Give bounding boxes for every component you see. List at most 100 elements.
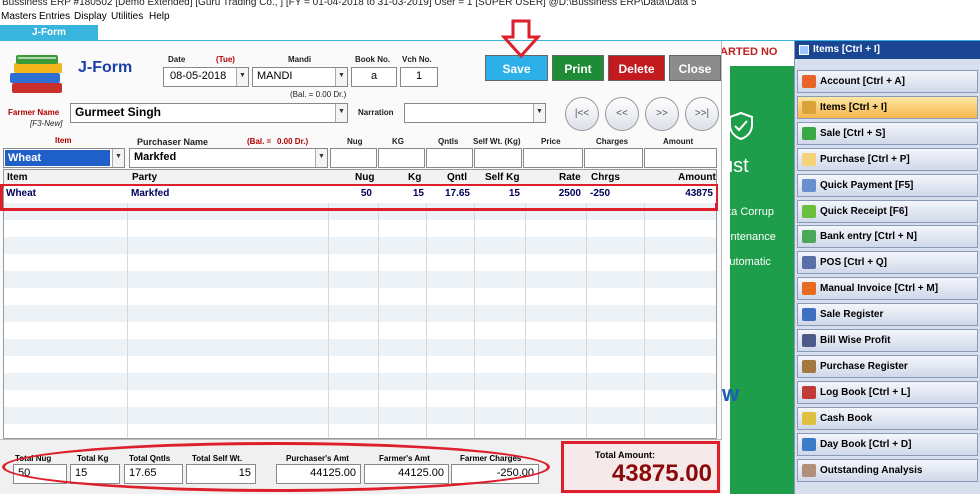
date-value: 08-05-2018 xyxy=(170,70,227,82)
farmer-name-field[interactable]: Gurmeet Singh ▼ xyxy=(70,103,348,123)
entry-kg-label: KG xyxy=(392,137,404,146)
sidebar-item-items[interactable]: Items [Ctrl + I] xyxy=(797,95,978,119)
narration-select[interactable]: ▼ xyxy=(404,103,546,123)
menu-utilities[interactable]: Utilities xyxy=(111,11,143,22)
grid-row-background xyxy=(4,288,716,305)
menu-masters[interactable]: Masters xyxy=(1,11,37,22)
entry-purchaser-select[interactable]: Markfed ▼ xyxy=(129,148,328,168)
grid-row-background xyxy=(4,407,716,424)
menu-display[interactable]: Display xyxy=(74,11,107,22)
sidebar-item-sale[interactable]: Sale [Ctrl + S] xyxy=(797,121,978,145)
ad-banner-text: ARTED NO xyxy=(722,46,778,58)
entry-item-select[interactable]: Wheat ▼ xyxy=(3,148,125,168)
date-dropdown-icon[interactable]: ▼ xyxy=(236,68,248,86)
entry-item-label: Item xyxy=(55,136,72,145)
sidebar-item-label: Manual Invoice [Ctrl + M] xyxy=(820,283,939,295)
tab-strip: J-Form xyxy=(0,25,980,42)
entry-purchaser-value: Markfed xyxy=(134,151,177,163)
entry-purchaser-label: Purchaser Name xyxy=(137,137,209,147)
sale-icon xyxy=(802,126,816,140)
ad-panel: ARTED NO ust ata Corrup aintenance Autom… xyxy=(722,41,794,494)
entry-kg-input[interactable] xyxy=(378,148,425,168)
sidebar-item-day-book[interactable]: Day Book [Ctrl + D] xyxy=(797,432,978,456)
invoice-icon xyxy=(802,282,816,296)
arrow-down-icon xyxy=(500,19,542,59)
entry-bal-label: (Bal. = xyxy=(247,137,272,146)
nav-last-button[interactable]: >>| xyxy=(685,97,719,131)
sidebar-item-bank-entry[interactable]: Bank entry [Ctrl + N] xyxy=(797,225,978,249)
nav-next-button[interactable]: >> xyxy=(645,97,679,131)
sidebar-item-outstanding-analysis[interactable]: Outstanding Analysis xyxy=(797,458,978,482)
sidebar-item-log-book[interactable]: Log Book [Ctrl + L] xyxy=(797,380,978,404)
vchno-field[interactable]: 1 xyxy=(400,67,438,87)
bookno-label: Book No. xyxy=(355,55,391,64)
nav-prev-button[interactable]: << xyxy=(605,97,639,131)
sidebar-item-label: Sale [Ctrl + S] xyxy=(820,127,886,139)
entry-selfwt-input[interactable] xyxy=(474,148,522,168)
mandi-select[interactable]: MANDI ▼ xyxy=(252,67,348,87)
entry-purchaser-dropdown-icon[interactable]: ▼ xyxy=(315,149,327,167)
entry-nug-label: Nug xyxy=(347,137,363,146)
narration-dropdown-icon[interactable]: ▼ xyxy=(533,104,545,122)
sidebar-item-quick-payment[interactable]: Quick Payment [F5] xyxy=(797,173,978,197)
print-button[interactable]: Print xyxy=(552,55,604,81)
farmer-name-value: Gurmeet Singh xyxy=(75,105,162,119)
sidebar-item-pos[interactable]: POS [Ctrl + Q] xyxy=(797,251,978,275)
sidebar-item-purchase[interactable]: Purchase [Ctrl + P] xyxy=(797,147,978,171)
nav-first-button[interactable]: |<< xyxy=(565,97,599,131)
mandi-value: MANDI xyxy=(257,70,293,82)
grid-header-qntl: Qntl xyxy=(447,172,467,183)
form-title: J-Form xyxy=(78,59,133,76)
grid-header-selfkg: Self Kg xyxy=(485,172,520,183)
entry-item-dropdown-icon[interactable]: ▼ xyxy=(112,149,124,167)
sidebar-item-cash-book[interactable]: Cash Book xyxy=(797,406,978,430)
entry-item-value: Wheat xyxy=(5,150,110,166)
table-row[interactable]: Wheat Markfed 50 15 17.65 15 2500 -250 4… xyxy=(4,186,716,203)
entry-price-input[interactable] xyxy=(523,148,583,168)
total-amount-box-annotation xyxy=(561,441,720,493)
sidebar-item-label: Account [Ctrl + A] xyxy=(820,76,905,87)
row-selfkg: 15 xyxy=(508,188,520,199)
entry-charges-input[interactable] xyxy=(584,148,643,168)
items-icon xyxy=(799,45,809,55)
sidebar-item-sale-register[interactable]: Sale Register xyxy=(797,303,978,327)
purchase-register-icon xyxy=(802,359,816,373)
date-field[interactable]: 08-05-2018 ▼ xyxy=(163,67,249,87)
grid-row-background xyxy=(4,339,716,356)
sidebar-item-purchase-register[interactable]: Purchase Register xyxy=(797,354,978,378)
tab-jform[interactable]: J-Form xyxy=(0,25,98,41)
grid-header-kg: Kg xyxy=(408,172,422,183)
entry-amount-label: Amount xyxy=(663,137,694,146)
delete-button[interactable]: Delete xyxy=(608,55,665,81)
entry-qntls-input[interactable] xyxy=(426,148,473,168)
bookno-field[interactable]: a xyxy=(351,67,397,87)
sidebar-item-quick-receipt[interactable]: Quick Receipt [F6] xyxy=(797,199,978,223)
grid-header-nug: Nug xyxy=(355,172,375,183)
entry-nug-input[interactable] xyxy=(330,148,377,168)
sidebar-item-manual-invoice[interactable]: Manual Invoice [Ctrl + M] xyxy=(797,277,978,301)
items-icon xyxy=(802,100,816,114)
farmer-dropdown-icon[interactable]: ▼ xyxy=(335,104,347,122)
row-chrgs: -250 xyxy=(590,188,611,199)
sidebar-item-label: Cash Book xyxy=(820,412,873,424)
menu-entries[interactable]: Entries xyxy=(39,11,70,22)
sidebar-item-label: POS [Ctrl + Q] xyxy=(820,257,887,269)
mandi-dropdown-icon[interactable]: ▼ xyxy=(335,68,347,86)
payment-icon xyxy=(802,178,816,192)
grid-empty-row xyxy=(4,228,716,245)
close-button[interactable]: Close xyxy=(669,55,721,81)
grid-header-rate: Rate xyxy=(559,172,581,183)
bank-icon xyxy=(802,230,816,244)
entry-amount-input[interactable] xyxy=(644,148,717,168)
sidebar-item-label: Log Book [Ctrl + L] xyxy=(820,386,911,398)
sidebar-item-bill-wise-profit[interactable]: Bill Wise Profit xyxy=(797,329,978,352)
grid-header-item: Item xyxy=(7,172,28,183)
books-logo-icon xyxy=(8,53,66,97)
sidebar-header: Items [Ctrl + I] xyxy=(795,41,980,59)
sidebar-item-account[interactable]: Account [Ctrl + A] xyxy=(797,70,978,93)
sidebar-item-label: Purchase [Ctrl + P] xyxy=(820,153,910,165)
menu-help[interactable]: Help xyxy=(149,11,170,22)
ad-line1: ust xyxy=(722,155,749,177)
sidebar-item-label: Purchase Register xyxy=(820,360,908,372)
window-titlebar: Bussiness ERP #180502 [Demo Extended] [G… xyxy=(0,0,980,9)
